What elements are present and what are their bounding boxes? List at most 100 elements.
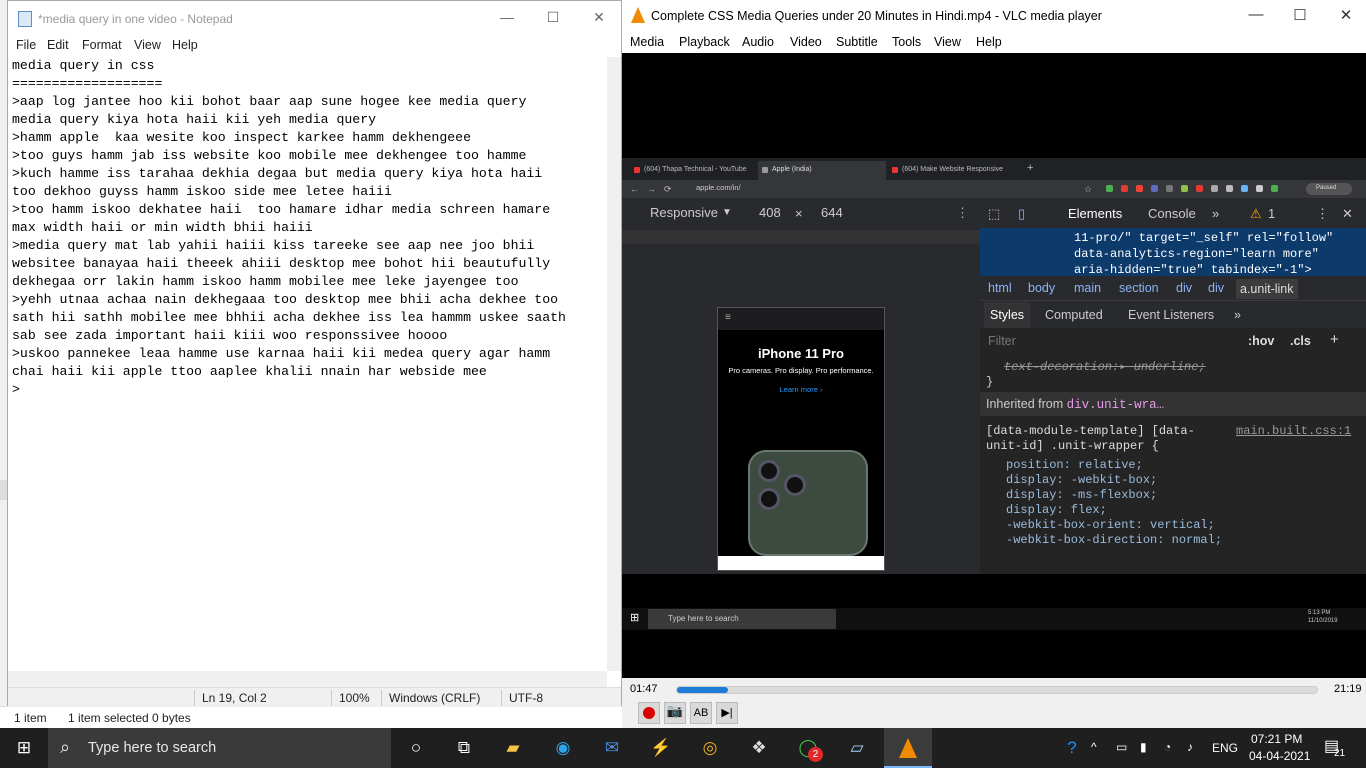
- browser-tab: (604) Make Website Responsive: [888, 161, 1016, 180]
- whatsapp-badge: 2: [808, 747, 823, 762]
- menu-view[interactable]: View: [934, 35, 961, 49]
- vlc-menubar: Media Playback Audio Video Subtitle Tool…: [622, 32, 1366, 53]
- browser-url: apple.com/in/: [696, 183, 741, 192]
- snapshot-button[interactable]: 📷: [664, 702, 686, 724]
- browser-address-bar: ← → ⟳ apple.com/in/ ☆ Paused: [622, 180, 1366, 198]
- cortana-icon[interactable]: ○: [404, 736, 428, 760]
- hero-subtitle: Pro cameras. Pro display. Pro performanc…: [728, 366, 874, 375]
- language-indicator[interactable]: ENG: [1212, 741, 1238, 755]
- forward-icon: →: [647, 184, 656, 194]
- apple-nav: ≡: [718, 308, 884, 330]
- dropbox-icon[interactable]: ❖: [747, 736, 771, 760]
- notes-icon[interactable]: ▱: [845, 736, 869, 760]
- devtools-panel: ⬚ ▯ Elements Console » ⚠ 1 ⋮ ✕ 11-pro/" …: [980, 198, 1366, 574]
- menu-view[interactable]: View: [134, 38, 161, 52]
- device-toolbar: Responsive ▼ 408 × 644 ⋮: [622, 198, 980, 228]
- menu-audio[interactable]: Audio: [742, 35, 774, 49]
- warning-icon: ⚠: [1250, 206, 1262, 221]
- menu-video[interactable]: Video: [790, 35, 822, 49]
- file-explorer-icon[interactable]: ▰: [501, 736, 525, 760]
- vlc-cone-icon: [631, 7, 645, 23]
- times-icon: ×: [795, 206, 803, 221]
- device-toggle-icon: ▯: [1018, 206, 1026, 221]
- help-icon[interactable]: ?: [1060, 736, 1084, 760]
- notepad-title: *media query in one video - Notepad: [38, 12, 233, 26]
- app-icon[interactable]: ⚡: [649, 736, 673, 760]
- menu-subtitle[interactable]: Subtitle: [836, 35, 878, 49]
- back-icon: ←: [630, 184, 639, 194]
- seek-bar[interactable]: [676, 686, 1318, 694]
- playback-controls: 📷 AB ▶|: [622, 700, 1366, 728]
- volume-icon[interactable]: ♪: [1187, 740, 1193, 754]
- more-vertical-icon: ⋮: [956, 205, 969, 220]
- loop-ab-button[interactable]: AB: [690, 702, 712, 724]
- minimize-icon[interactable]: —: [1241, 6, 1271, 23]
- battery-icon[interactable]: ▮: [1140, 740, 1147, 754]
- inherited-header: Inherited from div.unit-wra…: [980, 392, 1366, 416]
- menu-tools[interactable]: Tools: [892, 35, 921, 49]
- notepad-titlebar[interactable]: *media query in one video - Notepad — ☐ …: [8, 1, 621, 37]
- device-icon[interactable]: ▭: [1116, 740, 1127, 754]
- browser-tab: (604) Thapa Technical - YouTube: [630, 161, 758, 180]
- windows-icon: ⊞: [630, 612, 640, 624]
- close-icon[interactable]: ✕: [1331, 6, 1361, 24]
- learn-more-link: Learn more ›: [779, 385, 823, 394]
- clock-time[interactable]: 07:21 PM: [1251, 732, 1302, 746]
- windows-taskbar: ⊞ ⌕ Type here to search ○ ⧉ ▰ ◉ ✉ ⚡ ◎ ❖ …: [0, 728, 1366, 768]
- start-button[interactable]: ⊞: [12, 736, 36, 760]
- devtools-toolbar: ⬚ ▯ Elements Console » ⚠ 1 ⋮ ✕: [980, 198, 1366, 228]
- notepad-text-area[interactable]: media query in css =================== >…: [12, 57, 599, 671]
- video-area[interactable]: (604) Thapa Technical - YouTube Apple (I…: [622, 53, 1366, 678]
- seek-row: 01:47 21:19: [622, 678, 1366, 700]
- more-vertical-icon: ⋮: [1316, 206, 1329, 221]
- styles-filter: Filter :hov .cls +: [980, 328, 1366, 354]
- zoom-level: 100%: [339, 691, 370, 705]
- vlc-taskbar-button[interactable]: [884, 728, 932, 768]
- vlc-titlebar[interactable]: Complete CSS Media Queries under 20 Minu…: [622, 0, 1366, 32]
- encoding: UTF-8: [509, 691, 543, 705]
- video-browser-frame: (604) Thapa Technical - YouTube Apple (I…: [622, 158, 1366, 574]
- frame-step-button[interactable]: ▶|: [716, 702, 738, 724]
- menu-file[interactable]: File: [16, 38, 36, 52]
- styles-subtabs: Styles Computed Event Listeners »: [980, 300, 1366, 329]
- menu-help[interactable]: Help: [172, 38, 198, 52]
- time-elapsed: 01:47: [630, 683, 658, 695]
- media-query-bar: [622, 230, 980, 244]
- css-source-link: main.built.css:1: [1236, 424, 1352, 438]
- menu-format[interactable]: Format: [82, 38, 122, 52]
- search-icon: ⌕: [60, 737, 71, 757]
- device-emulation-pane: Responsive ▼ 408 × 644 ⋮ ≡ iPhone 11 Pro: [622, 198, 980, 574]
- horizontal-scrollbar[interactable]: [8, 671, 607, 687]
- vlc-window: Complete CSS Media Queries under 20 Minu…: [622, 0, 1366, 728]
- edge-icon[interactable]: ◉: [551, 736, 575, 760]
- wifi-icon[interactable]: ◔: [1164, 740, 1171, 754]
- chrome-icon[interactable]: ◎: [698, 736, 722, 760]
- video-windows-taskbar: ⊞ Type here to search 5:13 PM 11/10/2019: [622, 608, 1366, 630]
- struck-rule: text-decoration:▸ underline;: [1004, 360, 1206, 374]
- mail-icon[interactable]: ✉: [600, 736, 624, 760]
- taskbar-search[interactable]: ⌕ Type here to search: [48, 728, 391, 768]
- close-icon[interactable]: ✕: [584, 9, 614, 26]
- time-total: 21:19: [1334, 683, 1362, 695]
- selected-dom-node: 11-pro/" target="_self" rel="follow" dat…: [980, 228, 1366, 277]
- minimize-icon[interactable]: —: [492, 9, 522, 25]
- vertical-scrollbar[interactable]: [607, 57, 621, 671]
- menu-media[interactable]: Media: [630, 35, 664, 49]
- maximize-icon[interactable]: ☐: [538, 9, 568, 26]
- vlc-title: Complete CSS Media Queries under 20 Minu…: [651, 9, 1102, 23]
- task-view-icon[interactable]: ⧉: [452, 736, 476, 760]
- css-rules: position: relative; display: -webkit-box…: [1006, 458, 1223, 547]
- chevron-up-icon[interactable]: ^: [1091, 740, 1097, 754]
- menu-edit[interactable]: Edit: [47, 38, 69, 52]
- hero-title: iPhone 11 Pro: [758, 346, 844, 361]
- menu-playback[interactable]: Playback: [679, 35, 730, 49]
- maximize-icon[interactable]: ☐: [1285, 6, 1315, 24]
- video-clock-time: 5:13 PM: [1308, 610, 1331, 616]
- clock-date[interactable]: 04-04-2021: [1249, 749, 1310, 763]
- device-mode: Responsive: [650, 205, 718, 220]
- notification-count: 21: [1334, 748, 1346, 759]
- menu-help[interactable]: Help: [976, 35, 1002, 49]
- record-button[interactable]: [638, 702, 660, 724]
- cursor-position: Ln 19, Col 2: [202, 691, 267, 705]
- emulated-phone: ≡ iPhone 11 Pro Pro cameras. Pro display…: [717, 307, 885, 571]
